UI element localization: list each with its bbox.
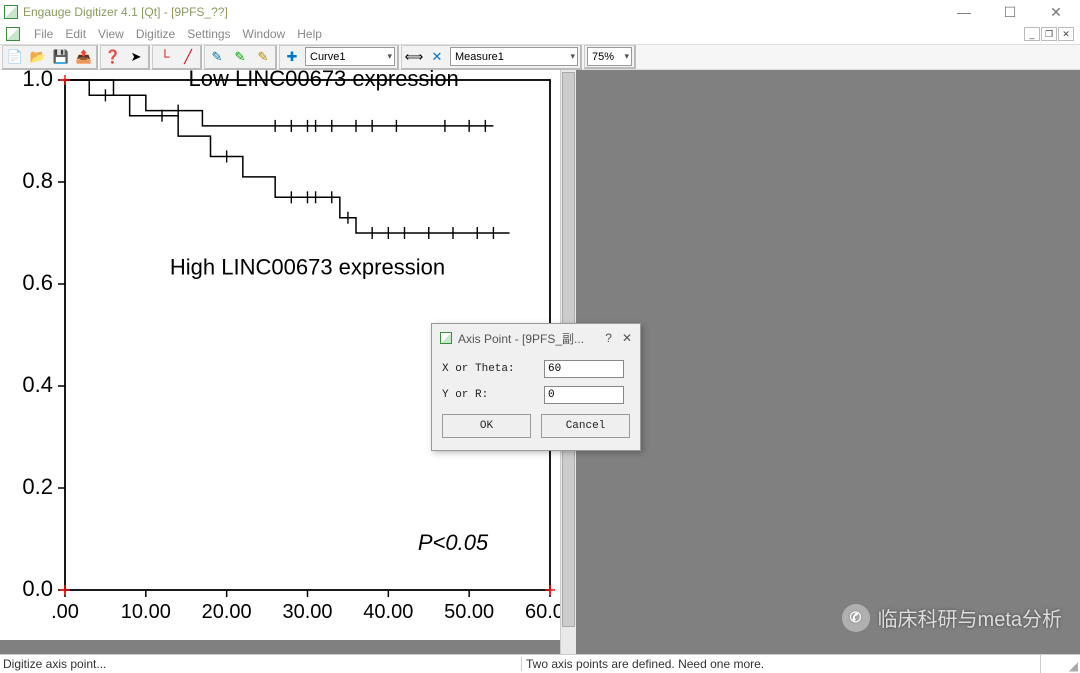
watermark: ✆ 临床科研与meta分析: [842, 603, 1062, 632]
menu-settings[interactable]: Settings: [187, 27, 230, 41]
menu-window[interactable]: Window: [243, 27, 286, 41]
close-button[interactable]: ✕: [1044, 4, 1068, 21]
curve-point-icon[interactable]: ✎: [207, 47, 227, 67]
maximize-button[interactable]: ☐: [998, 4, 1022, 21]
svg-text:0.6: 0.6: [22, 270, 53, 295]
svg-text:10.00: 10.00: [121, 601, 171, 623]
svg-text:0.2: 0.2: [22, 474, 53, 499]
measure-select[interactable]: Measure1: [450, 47, 578, 66]
input-y-or-r[interactable]: [544, 386, 624, 404]
menu-view[interactable]: View: [98, 27, 124, 41]
dialog-help-button[interactable]: ?: [605, 331, 612, 345]
measure-icon[interactable]: ⟺: [404, 47, 424, 67]
zoom-select[interactable]: 75%: [587, 47, 632, 66]
ok-button[interactable]: OK: [442, 414, 531, 438]
mdi-background: ✆ 临床科研与meta分析: [576, 70, 1080, 654]
minimize-button[interactable]: —: [952, 4, 976, 21]
status-left: Digitize axis point...: [0, 657, 521, 671]
axis-tool-icon[interactable]: └: [155, 47, 175, 67]
curve-select[interactable]: Curve1: [305, 47, 395, 66]
menu-edit[interactable]: Edit: [65, 27, 86, 41]
svg-text:P<0.05: P<0.05: [418, 530, 489, 555]
svg-text:0.8: 0.8: [22, 168, 53, 193]
measure-cross-icon[interactable]: ✕: [427, 47, 447, 67]
wechat-icon: ✆: [842, 604, 870, 632]
svg-text:High LINC00673 expression: High LINC00673 expression: [170, 255, 445, 280]
segment-fill-icon[interactable]: ✎: [230, 47, 250, 67]
svg-text:Low LINC00673 expression: Low LINC00673 expression: [189, 70, 459, 91]
cancel-button[interactable]: Cancel: [541, 414, 630, 438]
point-match-icon[interactable]: ✎: [253, 47, 273, 67]
svg-text:0.4: 0.4: [22, 372, 53, 397]
watermark-text: 临床科研与meta分析: [878, 603, 1062, 632]
toolbar: 📄 📂 💾 📤 ❓ ➤ └ ╱ ✎ ✎ ✎ ✚ Curve1 ⟺ ✕ Measu…: [0, 44, 1080, 70]
svg-text:30.00: 30.00: [282, 601, 332, 623]
input-x-or-theta[interactable]: [544, 360, 624, 378]
import-icon[interactable]: 📄: [5, 47, 25, 67]
svg-text:50.00: 50.00: [444, 601, 494, 623]
mdi-minimize-button[interactable]: _: [1024, 27, 1040, 41]
curve-cross-icon[interactable]: ✚: [282, 47, 302, 67]
dialog-title-text: Axis Point - [9PFS_副...: [458, 330, 584, 347]
window-title: Engauge Digitizer 4.1 [Qt] - [9PFS_??]: [23, 5, 228, 19]
resize-grip[interactable]: ◢: [1040, 655, 1080, 673]
svg-text:0.0: 0.0: [22, 576, 53, 601]
menu-file[interactable]: File: [34, 27, 53, 41]
label-x-or-theta: X or Theta:: [442, 363, 544, 375]
svg-text:1.0: 1.0: [22, 70, 53, 91]
svg-text:60.00: 60.00: [525, 601, 560, 623]
menu-icon: [6, 27, 20, 41]
svg-text:40.00: 40.00: [363, 601, 413, 623]
label-y-or-r: Y or R:: [442, 389, 544, 401]
menu-digitize[interactable]: Digitize: [136, 27, 175, 41]
export-icon[interactable]: 📤: [74, 47, 94, 67]
save-icon[interactable]: 💾: [51, 47, 71, 67]
titlebar: Engauge Digitizer 4.1 [Qt] - [9PFS_??] —…: [0, 0, 1080, 24]
dialog-titlebar[interactable]: Axis Point - [9PFS_副... ? ✕: [432, 324, 640, 352]
dialog-icon: [440, 332, 452, 344]
dialog-close-button[interactable]: ✕: [622, 331, 632, 345]
axis-point-dialog: Axis Point - [9PFS_副... ? ✕ X or Theta: …: [431, 323, 641, 451]
svg-text:20.00: 20.00: [202, 601, 252, 623]
menubar: File Edit View Digitize Settings Window …: [0, 24, 1080, 44]
open-icon[interactable]: 📂: [28, 47, 48, 67]
workspace: 0.0 0.2 0.4 0.6 0.8 1.0 .00 10.00 20.00 30.00 40.0…: [0, 70, 1080, 654]
mdi-restore-button[interactable]: ❐: [1041, 27, 1057, 41]
statusbar: Digitize axis point... Two axis points a…: [0, 654, 1080, 673]
scale-tool-icon[interactable]: ╱: [178, 47, 198, 67]
help-icon[interactable]: ❓: [103, 47, 123, 67]
menu-help[interactable]: Help: [297, 27, 322, 41]
svg-text:.00: .00: [51, 601, 79, 623]
mdi-close-button[interactable]: ✕: [1058, 27, 1074, 41]
pointer-icon[interactable]: ➤: [126, 47, 146, 67]
app-icon: [4, 5, 18, 19]
status-right: Two axis points are defined. Need one mo…: [521, 657, 1040, 671]
